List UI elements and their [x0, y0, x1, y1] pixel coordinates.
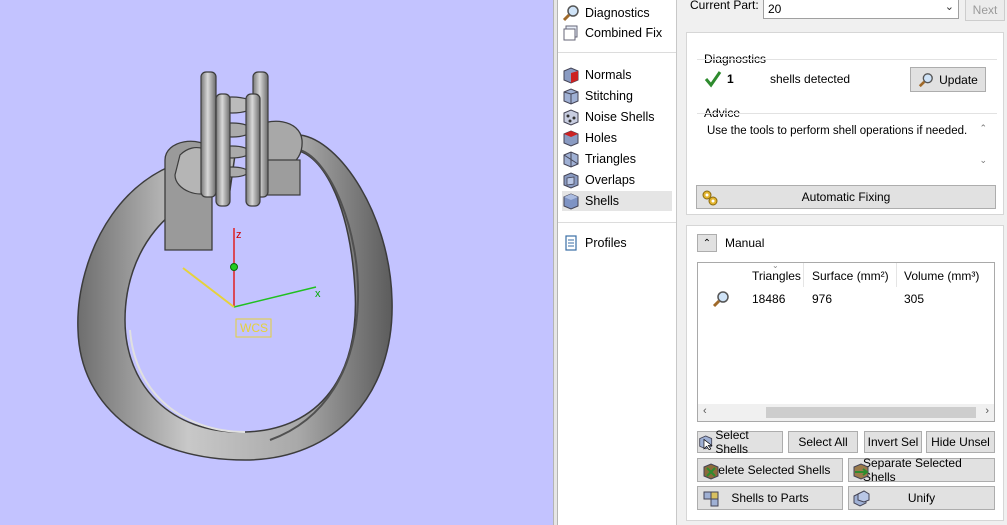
shells-to-parts-button[interactable]: Shells to Parts: [697, 486, 843, 510]
nav-divider: [558, 52, 676, 53]
nav-item-profiles[interactable]: Profiles: [562, 233, 672, 253]
axis-x-label: x: [315, 288, 321, 300]
nav-item-shells[interactable]: Shells: [562, 191, 672, 211]
manual-title: Manual: [725, 236, 765, 250]
wcs-label: WCS: [240, 321, 268, 335]
nav-item-noise-shells[interactable]: Noise Shells: [562, 107, 672, 127]
x-axis: [233, 286, 317, 308]
nav-label: Triangles: [585, 152, 636, 166]
delete-selected-shells-button[interactable]: Delete Selected Shells: [697, 458, 843, 482]
delete-selected-shells-label: Delete Selected Shells: [709, 463, 831, 477]
shells-panel: Current Part: 20 ⌄ Next Diagnostics 1 sh…: [678, 0, 1007, 525]
noise-shells-cube-icon: [563, 109, 579, 126]
select-shells-icon: [699, 435, 713, 450]
advice-textbox[interactable]: Use the tools to perform shell operation…: [697, 117, 987, 172]
automatic-fixing-button[interactable]: Automatic Fixing: [696, 185, 996, 209]
fix-wizard-nav: Diagnostics Combined Fix Normals Stitchi…: [558, 0, 677, 525]
delete-shells-icon: [703, 463, 719, 480]
collapse-button[interactable]: ⌃: [697, 234, 717, 252]
current-part-label: Current Part:: [690, 0, 759, 12]
shells-table[interactable]: Triangles ⌄ Surface (mm²) Volume (mm³) 1…: [697, 261, 995, 422]
magnifier-icon: [918, 72, 934, 87]
column-header-surface[interactable]: Surface (mm²): [812, 269, 889, 283]
nav-label: Shells: [585, 194, 620, 208]
magnifier-icon: [562, 5, 579, 22]
stitching-cube-icon: [563, 88, 579, 105]
separate-selected-shells-label: Separate Selected Shells: [863, 456, 962, 484]
shells-to-parts-icon: [703, 491, 719, 507]
nav-divider: [558, 222, 676, 223]
nav-item-holes[interactable]: Holes: [562, 128, 672, 148]
automatic-fixing-label: Automatic Fixing: [801, 190, 891, 204]
separate-selected-shells-button[interactable]: Separate Selected Shells: [848, 456, 995, 484]
overlaps-cube-icon: [563, 172, 579, 189]
scroll-up-icon[interactable]: ⌃: [979, 123, 987, 134]
current-part-value: 20: [768, 2, 782, 16]
scroll-left-icon[interactable]: ‹: [703, 405, 707, 417]
cell-surface: 976: [812, 292, 833, 306]
nav-item-overlaps[interactable]: Overlaps: [562, 170, 672, 190]
nav-label: Stitching: [585, 89, 633, 103]
next-button[interactable]: Next: [965, 0, 1005, 21]
select-shells-button[interactable]: Select Shells: [697, 428, 783, 456]
current-part-select[interactable]: 20 ⌄: [763, 0, 959, 19]
chevron-up-icon: ⌃: [702, 237, 712, 249]
ring-model: z x WCS: [77, 71, 393, 461]
nav-item-combined-fix[interactable]: Combined Fix: [562, 23, 672, 43]
nav-label: Noise Shells: [585, 110, 655, 124]
table-row[interactable]: 18486 976 305: [698, 290, 994, 308]
3d-viewport[interactable]: z x WCS: [0, 0, 553, 525]
scroll-down-icon[interactable]: ⌄: [979, 155, 987, 166]
column-header-volume[interactable]: Volume (mm³): [904, 269, 979, 283]
scroll-right-icon[interactable]: ›: [985, 405, 989, 417]
axis-z-label: z: [236, 229, 242, 241]
hide-unsel-button[interactable]: Hide Unsel: [926, 431, 995, 453]
shells-cube-icon: [563, 193, 579, 210]
update-button[interactable]: Update: [910, 67, 986, 92]
nav-item-triangles[interactable]: Triangles: [562, 149, 672, 169]
nav-label: Overlaps: [585, 173, 636, 187]
nav-label: Profiles: [585, 236, 627, 250]
manual-panel: ⌃ Manual Triangles ⌄ Surface (mm²) Volum…: [686, 225, 1004, 521]
scrollbar-thumb[interactable]: [766, 407, 976, 418]
horizontal-scrollbar[interactable]: ‹ ›: [698, 404, 994, 421]
select-shells-label: Select Shells: [715, 428, 749, 456]
separate-shells-icon: [853, 463, 869, 480]
unify-label: Unify: [907, 491, 936, 505]
magnifier-icon[interactable]: [712, 290, 730, 308]
table-header: Triangles ⌄ Surface (mm²) Volume (mm³): [698, 261, 994, 287]
select-all-button[interactable]: Select All: [788, 431, 858, 453]
unify-button[interactable]: Unify: [848, 486, 995, 510]
unify-icon: [853, 490, 870, 507]
nav-label: Diagnostics: [585, 6, 650, 20]
chevron-down-icon: ⌄: [944, 1, 954, 13]
triangles-cube-icon: [563, 151, 579, 168]
advice-text: Use the tools to perform shell operation…: [707, 125, 968, 137]
sort-indicator-icon: ⌄: [772, 261, 779, 270]
cell-volume: 305: [904, 292, 925, 306]
shells-detected-text: shells detected: [770, 72, 851, 86]
check-icon: [704, 71, 722, 88]
invert-sel-button[interactable]: Invert Sel: [864, 431, 922, 453]
nav-item-diagnostics[interactable]: Diagnostics: [562, 3, 672, 23]
shells-to-parts-label: Shells to Parts: [731, 491, 809, 505]
nav-label: Normals: [585, 68, 632, 82]
diagnostics-panel: Diagnostics 1 shells detected Update Adv…: [686, 32, 1004, 215]
cell-triangles: 18486: [752, 292, 786, 306]
nav-label: Holes: [585, 131, 617, 145]
nav-item-normals[interactable]: Normals: [562, 65, 672, 85]
column-header-triangles[interactable]: Triangles: [752, 269, 801, 283]
holes-cube-icon: [563, 130, 579, 147]
profiles-doc-icon: [565, 235, 577, 251]
normals-cube-icon: [563, 67, 579, 84]
nav-item-stitching[interactable]: Stitching: [562, 86, 672, 106]
combined-fix-icon: [563, 25, 578, 41]
shell-count: 1: [727, 72, 734, 86]
update-label: Update: [939, 72, 978, 87]
y-axis: [182, 267, 235, 308]
nav-label: Combined Fix: [585, 26, 663, 40]
gears-icon: [702, 190, 718, 206]
